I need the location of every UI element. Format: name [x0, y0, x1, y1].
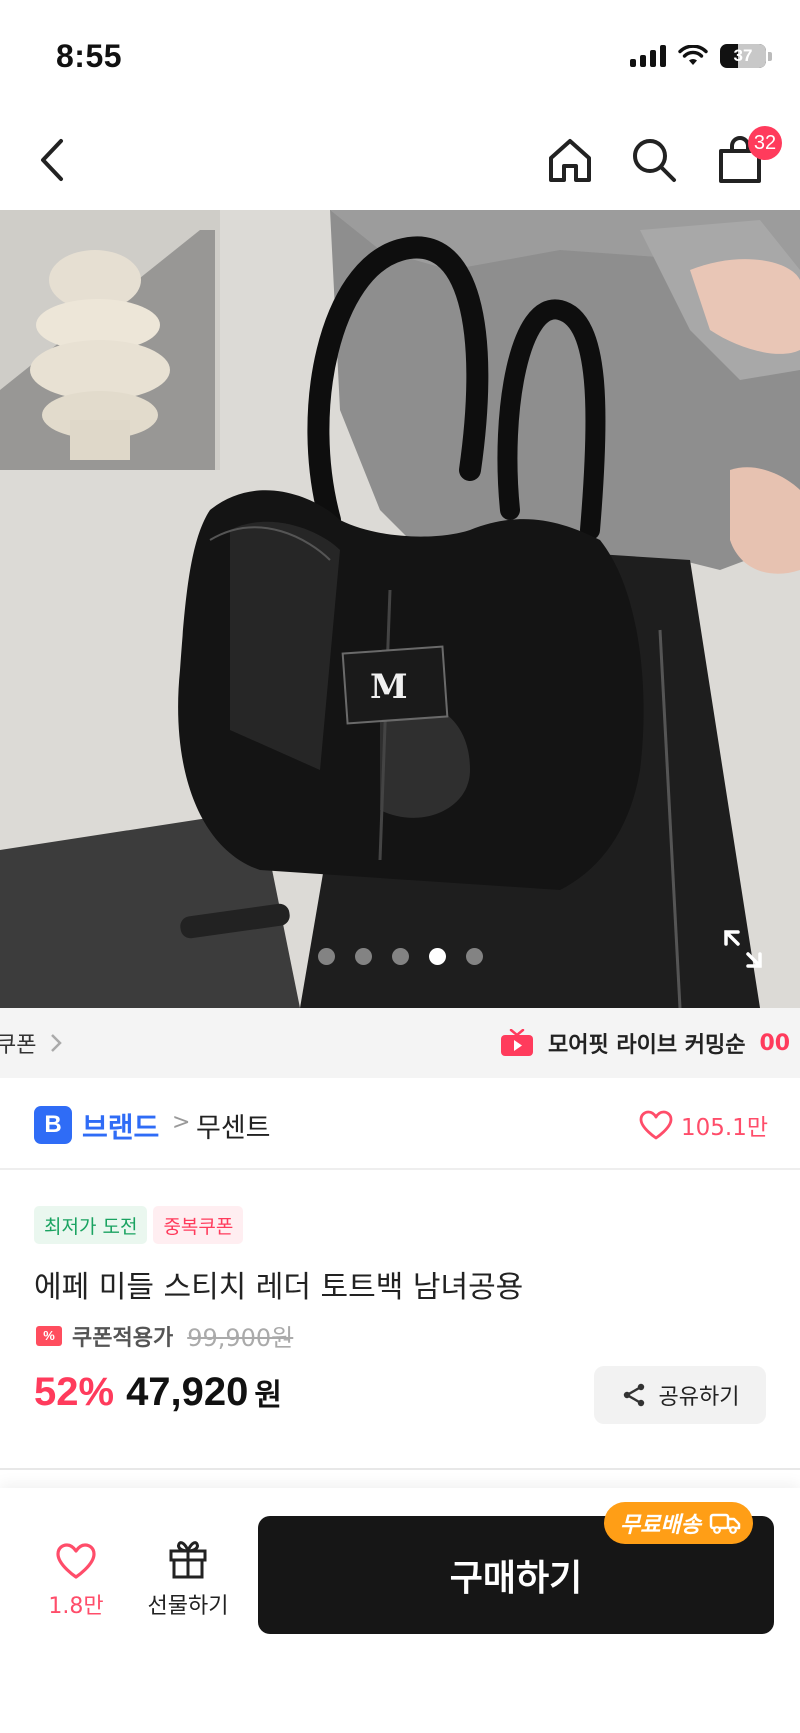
product-image[interactable]: M [0, 210, 800, 1008]
heart-icon [56, 1543, 96, 1579]
tag-lowest-price: 최저가 도전 [34, 1206, 148, 1244]
home-button[interactable] [542, 132, 598, 188]
back-button[interactable] [24, 132, 80, 188]
product-tags: 최저가 도전 중복쿠폰 [34, 1206, 244, 1244]
buy-button-label: 구매하기 [449, 1558, 583, 1599]
sale-price: 47,920 [126, 1370, 249, 1414]
cart-count-badge: 32 [748, 126, 782, 160]
status-icons: 37 [630, 44, 772, 68]
search-icon [633, 139, 676, 182]
battery-level: 37 [733, 46, 753, 65]
carousel-dot[interactable] [465, 948, 483, 965]
signal-icon [630, 45, 666, 67]
free-shipping-badge: 무료배송 [604, 1502, 753, 1544]
coupon-price-label: 쿠폰적용가 [72, 1325, 174, 1351]
free-shipping-label: 무료배송 [620, 1513, 701, 1538]
live-countdown: 00 [759, 1030, 791, 1056]
brand-like-count: 105.1만 [680, 1115, 768, 1141]
promo-strip: 쿠폰 모어핏 라이브 커밍순 00 [0, 1008, 800, 1078]
coupon-link[interactable]: 쿠폰 [0, 1027, 63, 1059]
section-divider [0, 1468, 800, 1470]
search-button[interactable] [626, 132, 682, 188]
brand-badge-icon: B [34, 1106, 72, 1144]
wish-count: 1.8만 [48, 1594, 104, 1619]
share-label: 공유하기 [658, 1385, 740, 1410]
home-icon [549, 139, 591, 182]
truck-icon [709, 1513, 741, 1534]
bag-logo: M [370, 667, 408, 707]
status-time: 8:55 [56, 38, 123, 74]
brand-label[interactable]: 브랜드 [82, 1106, 159, 1146]
carousel-dot[interactable] [391, 948, 409, 965]
chevron-left-icon [41, 139, 63, 181]
price-unit: 원 [254, 1378, 283, 1413]
battery-icon: 37 [720, 44, 766, 68]
chevron-right-icon [51, 1034, 63, 1052]
heart-icon [639, 1110, 673, 1140]
live-tv-icon [501, 1029, 533, 1056]
coupon-price-row: 쿠폰적용가 99,900원 [36, 1318, 293, 1353]
price-row: 52% 47,920 원 [34, 1370, 282, 1415]
bottom-action-bar: 1.8만 선물하기 구매하기 무료배송 [0, 1488, 800, 1733]
carousel-dots [0, 948, 800, 965]
brand-name-link[interactable]: 무센트 [196, 1106, 271, 1145]
gift-icon [169, 1541, 207, 1579]
live-banner[interactable]: 모어핏 라이브 커밍순 00 [500, 1027, 790, 1059]
product-photo: M [0, 210, 800, 1008]
share-button[interactable]: 공유하기 [594, 1366, 766, 1424]
status-bar: 8:55 37 [0, 0, 800, 110]
coupon-icon [36, 1325, 62, 1346]
wish-button[interactable]: 1.8만 [36, 1542, 116, 1620]
brand-row: B 브랜드 > 무센트 105.1만 [0, 1078, 800, 1170]
wifi-icon [678, 45, 708, 65]
coupon-link-label: 쿠폰 [0, 1033, 37, 1058]
brand-like-button[interactable]: 105.1만 [639, 1108, 768, 1142]
carousel-dot[interactable] [317, 948, 335, 965]
carousel-dot[interactable] [354, 948, 372, 965]
battery-tip [768, 51, 772, 61]
product-title: 에페 미들 스티치 레더 토트백 남녀공용 [34, 1270, 524, 1305]
gift-label: 선물하기 [147, 1594, 229, 1619]
carousel-dot-active[interactable] [428, 948, 446, 965]
live-banner-label: 모어핏 라이브 커밍순 [548, 1033, 746, 1058]
discount-rate: 52% [34, 1370, 115, 1414]
original-price: 99,900원 [187, 1324, 294, 1352]
share-icon [623, 1383, 644, 1407]
expand-button[interactable] [722, 928, 764, 970]
brand-separator: > [172, 1110, 191, 1135]
expand-icon [724, 930, 762, 968]
top-nav: 32 [0, 110, 800, 210]
gift-button[interactable]: 선물하기 [140, 1538, 236, 1620]
tag-coupon-stack: 중복쿠폰 [153, 1206, 244, 1244]
